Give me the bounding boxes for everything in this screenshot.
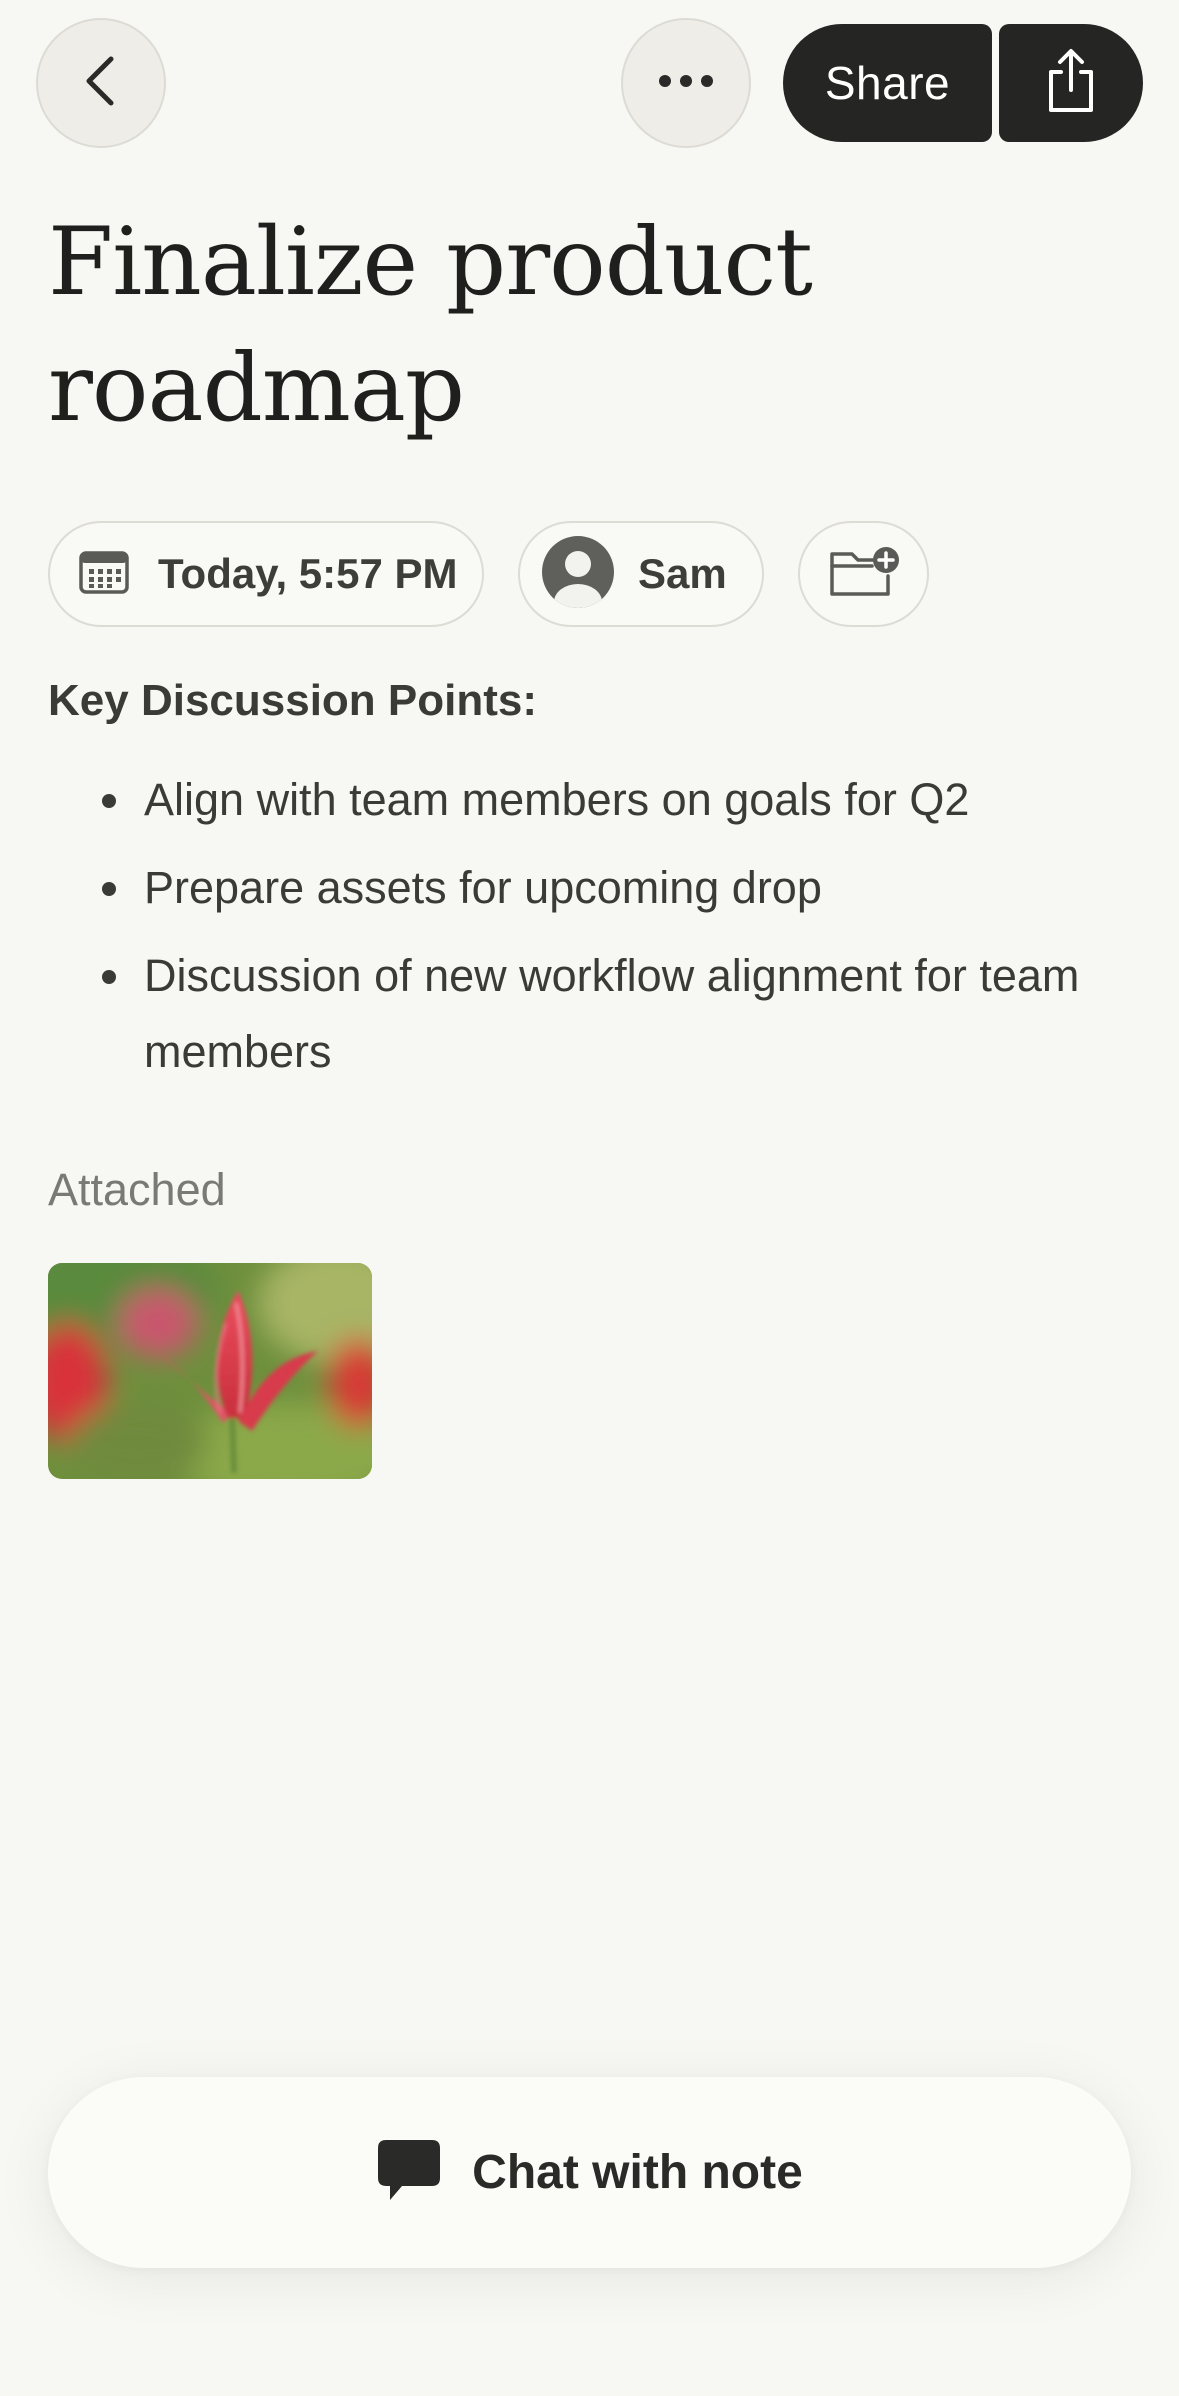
folder-add-icon: [828, 544, 900, 605]
share-button-label: Share: [824, 57, 951, 109]
back-button[interactable]: [36, 18, 166, 148]
list-item: Align with team members on goals for Q2: [102, 762, 1084, 838]
ellipsis-icon: [658, 74, 714, 93]
share-arrow-icon: [1043, 48, 1099, 119]
bullet-list: Align with team members on goals for Q2 …: [102, 762, 1084, 1102]
export-button[interactable]: [999, 24, 1143, 142]
note-title[interactable]: Finalize product roadmap: [48, 200, 1048, 452]
share-button[interactable]: Share: [783, 24, 992, 142]
list-item: Discussion of new workflow alignment for…: [102, 938, 1084, 1090]
chat-button-label: Chat with note: [472, 2146, 803, 2199]
date-chip[interactable]: Today, 5:57 PM: [48, 521, 484, 627]
chat-bubble-icon: [376, 2138, 442, 2207]
attached-label: Attached: [48, 1164, 226, 1215]
add-to-folder-chip[interactable]: [798, 521, 929, 627]
user-chip[interactable]: Sam: [518, 521, 764, 627]
calendar-icon: [78, 549, 130, 600]
chevron-left-icon: [81, 55, 121, 112]
user-chip-label: Sam: [638, 550, 727, 597]
section-heading: Key Discussion Points:: [48, 676, 538, 725]
date-chip-label: Today, 5:57 PM: [158, 550, 458, 597]
tulip-photo: [48, 1263, 372, 1479]
list-item: Prepare assets for upcoming drop: [102, 850, 1084, 926]
more-options-button[interactable]: [621, 18, 751, 148]
attachment-thumbnail[interactable]: [48, 1263, 372, 1479]
chat-with-note-button[interactable]: Chat with note: [48, 2077, 1131, 2268]
user-avatar-icon: [542, 535, 614, 613]
